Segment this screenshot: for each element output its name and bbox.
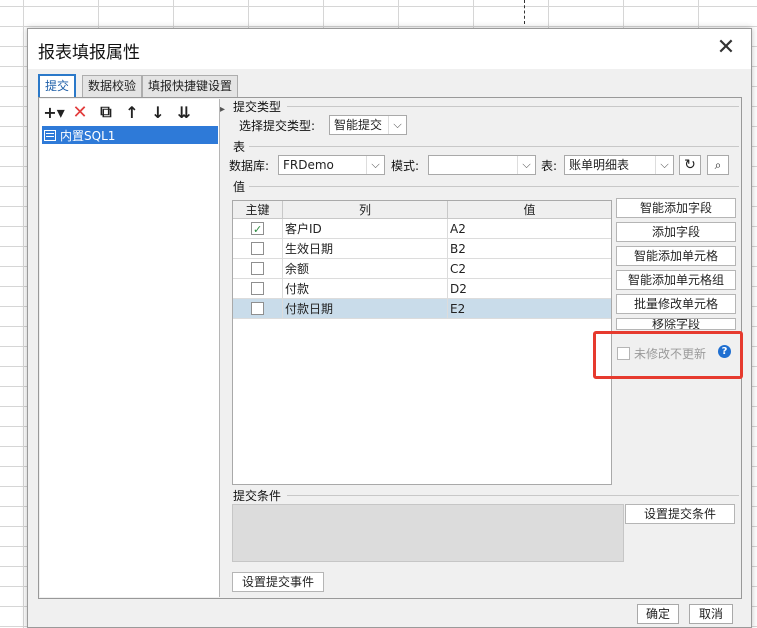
primary-key-checkbox[interactable] [251, 220, 264, 238]
divider [287, 495, 739, 496]
delete-icon[interactable]: ✕ [70, 101, 90, 123]
database-icon [44, 129, 56, 141]
primary-key-cell [233, 279, 283, 298]
table-row[interactable]: 生效日期 B2 [233, 239, 611, 259]
primary-key-checkbox[interactable] [251, 262, 264, 275]
table-row[interactable]: 客户ID A2 [233, 219, 611, 239]
divider [249, 186, 739, 187]
list-item-label: 内置SQL1 [60, 128, 116, 143]
value-cell[interactable]: D2 [448, 279, 611, 298]
database-select[interactable]: FRDemo ⌵ [278, 155, 385, 175]
close-icon[interactable]: ✕ [713, 35, 739, 61]
move-up-icon[interactable]: ↑ [122, 101, 142, 123]
primary-key-cell [233, 259, 283, 278]
smart-add-cells-button[interactable]: 智能添加单元格 [616, 246, 736, 266]
value-cell[interactable]: E2 [448, 299, 611, 318]
database-label: 数据库: [229, 159, 270, 173]
primary-key-checkbox[interactable] [251, 302, 264, 315]
chevron-down-icon: ⌵ [655, 156, 673, 174]
refresh-icon[interactable]: ↻ [679, 155, 701, 175]
preview-table-icon[interactable]: ⌕ [707, 155, 729, 175]
table-value: 账单明细表 [569, 158, 630, 172]
ok-button[interactable]: 确定 [637, 604, 679, 624]
submit-type-value: 智能提交 [334, 118, 383, 132]
column-cell[interactable]: 生效日期 [283, 239, 448, 258]
value-section-label: 值 [233, 180, 246, 194]
sort-icon[interactable]: ⇊ [174, 101, 194, 123]
skip-unmodified-option[interactable]: 未修改不更新 [617, 345, 706, 362]
primary-key-cell [233, 299, 283, 318]
chevron-down-icon: ⌵ [388, 116, 406, 134]
dialog-title: 报表填报属性 [38, 43, 140, 63]
database-value: FRDemo [283, 158, 334, 172]
splitter-arrow-icon[interactable]: ▸ [220, 104, 226, 124]
skip-unmodified-checkbox[interactable] [617, 347, 630, 360]
batch-modify-cells-button[interactable]: 批量修改单元格 [616, 294, 736, 314]
schema-label: 模式: [391, 159, 420, 173]
add-icon[interactable]: +▾ [43, 101, 64, 123]
field-mapping-table: 主键 列 值 客户ID A2 生效日期 B2 余额 C2 [232, 200, 612, 485]
column-cell[interactable]: 付款日期 [283, 299, 448, 318]
set-submit-conditions-button[interactable]: 设置提交条件 [625, 504, 735, 524]
help-icon[interactable]: ? [718, 345, 731, 358]
smart-add-cell-group-button[interactable]: 智能添加单元格组 [616, 270, 736, 290]
column-header-primary-key[interactable]: 主键 [233, 201, 283, 218]
submit-type-label: 选择提交类型: [239, 119, 316, 133]
table-row[interactable]: 余额 C2 [233, 259, 611, 279]
submit-list-panel: +▾ ✕ ⧉ ↑ ↓ ⇊ 内置SQL1 [40, 99, 220, 597]
add-field-button[interactable]: 添加字段 [616, 222, 736, 242]
list-item[interactable]: 内置SQL1 [42, 126, 218, 144]
table-select[interactable]: 账单明细表 ⌵ [564, 155, 674, 175]
smart-add-fields-button[interactable]: 智能添加字段 [616, 198, 736, 218]
set-submit-event-button[interactable]: 设置提交事件 [232, 572, 324, 592]
divider [249, 146, 739, 147]
divider [287, 106, 739, 107]
submit-conditions-section-label: 提交条件 [233, 489, 282, 503]
tab-data-validation[interactable]: 数据校验 [82, 75, 143, 97]
column-cell[interactable]: 付款 [283, 279, 448, 298]
skip-unmodified-label: 未修改不更新 [634, 347, 707, 361]
table-row[interactable]: 付款 D2 [233, 279, 611, 299]
primary-key-checkbox[interactable] [251, 282, 264, 295]
cancel-button[interactable]: 取消 [689, 604, 733, 624]
column-cell[interactable]: 余额 [283, 259, 448, 278]
chevron-down-icon: ⌵ [517, 156, 535, 174]
column-header-column[interactable]: 列 [283, 201, 448, 218]
table-row[interactable]: 付款日期 E2 [233, 299, 611, 319]
move-down-icon[interactable]: ↓ [148, 101, 168, 123]
sheet-dashed-marker [524, 0, 525, 24]
primary-key-checkbox[interactable] [251, 242, 264, 255]
submit-type-section-label: 提交类型 [233, 100, 282, 114]
submit-conditions-area [232, 504, 624, 562]
table-header: 主键 列 值 [233, 201, 611, 219]
primary-key-cell [233, 219, 283, 238]
value-cell[interactable]: A2 [448, 219, 611, 238]
table-label: 表: [541, 159, 558, 173]
schema-select[interactable]: ⌵ [428, 155, 536, 175]
table-section-label: 表 [233, 140, 246, 154]
dialog-titlebar: 报表填报属性 ✕ [28, 29, 751, 69]
copy-icon[interactable]: ⧉ [96, 101, 116, 123]
column-cell[interactable]: 客户ID [283, 219, 448, 238]
report-fill-properties-dialog: 报表填报属性 ✕ 提交 数据校验 填报快捷键设置 +▾ ✕ ⧉ ↑ ↓ ⇊ 内置… [27, 28, 752, 628]
primary-key-cell [233, 239, 283, 258]
remove-field-button[interactable]: 移除字段 [616, 318, 736, 330]
submit-type-select[interactable]: 智能提交 ⌵ [329, 115, 407, 135]
chevron-down-icon: ⌵ [366, 156, 384, 174]
tab-fill-shortcut-settings[interactable]: 填报快捷键设置 [142, 75, 239, 97]
list-toolbar: +▾ ✕ ⧉ ↑ ↓ ⇊ [40, 99, 219, 125]
value-cell[interactable]: B2 [448, 239, 611, 258]
column-header-value[interactable]: 值 [448, 201, 611, 218]
tab-submit[interactable]: 提交 [38, 74, 77, 98]
value-cell[interactable]: C2 [448, 259, 611, 278]
